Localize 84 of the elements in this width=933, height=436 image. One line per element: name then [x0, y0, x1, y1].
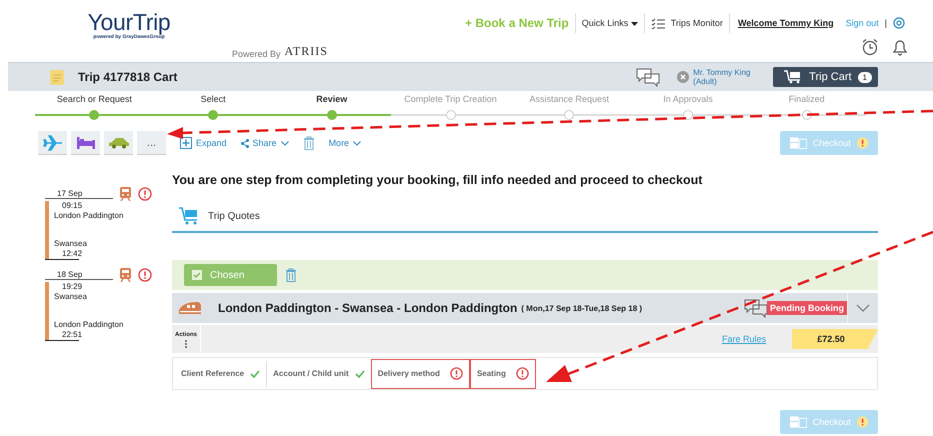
- chevron-down-icon: [856, 304, 870, 312]
- step-dot: [802, 110, 812, 120]
- progress-step: Finalized: [788, 94, 825, 110]
- remove-traveler-icon[interactable]: [677, 71, 690, 83]
- cart-icon: [178, 207, 200, 225]
- warning-icon: [516, 367, 529, 380]
- notifications-bell-icon[interactable]: [891, 38, 909, 56]
- cart-count-badge: 1: [858, 72, 872, 82]
- add-car-button[interactable]: [104, 131, 133, 155]
- share-icon: [240, 138, 249, 148]
- status-badge: Pending Booking: [767, 301, 847, 315]
- quick-links-menu[interactable]: Quick Links: [582, 18, 638, 28]
- progress-step: Complete Trip Creation: [404, 94, 497, 110]
- checklist-icon: [650, 18, 665, 28]
- train-icon: [119, 187, 132, 201]
- welcome-user-link[interactable]: Welcome Tommy King: [738, 18, 834, 28]
- price-tag: £72.50: [792, 329, 878, 349]
- arrival-station: London Paddington: [54, 320, 124, 330]
- step-dot: [89, 110, 100, 120]
- settings-icon[interactable]: [893, 17, 905, 29]
- progress-step: Search or Request: [56, 94, 132, 110]
- trip-quotes-tab[interactable]: Trip Quotes: [172, 207, 266, 225]
- departure-time: 19:29: [61, 282, 84, 292]
- headline: You are one step from completing your booking, fill info needed and proceed to checkout: [172, 173, 704, 187]
- more-button[interactable]: ...: [137, 131, 166, 155]
- progress-step: Assistance Request: [529, 94, 609, 110]
- segment-date: 18 Sep: [45, 270, 113, 280]
- sign-out-link[interactable]: Sign out: [846, 18, 879, 28]
- add-flight-button[interactable]: [38, 131, 67, 155]
- separator: |: [884, 18, 887, 28]
- add-hotel-button[interactable]: [71, 131, 100, 155]
- expand-button[interactable]: Expand: [180, 137, 227, 149]
- requirement-item[interactable]: Client Reference: [175, 360, 266, 386]
- delete-icon[interactable]: [302, 136, 315, 150]
- chevron-down-icon: [353, 140, 362, 146]
- delete-icon[interactable]: [285, 268, 297, 282]
- arrival-time: 22:51: [61, 330, 84, 340]
- chat-icon[interactable]: [743, 298, 769, 318]
- alert-icon: [856, 416, 868, 428]
- check-icon: [250, 370, 260, 378]
- plus-icon: [180, 137, 192, 149]
- caret-icon: [630, 22, 638, 26]
- chat-icon[interactable]: [635, 67, 662, 87]
- train-icon: [119, 268, 132, 282]
- alert-icon: [856, 137, 868, 149]
- arrival-time: 12:42: [61, 249, 84, 259]
- share-menu[interactable]: Share: [240, 138, 289, 148]
- car-icon: [108, 136, 130, 148]
- cart-title: Trip 4177818 Cart: [78, 70, 178, 84]
- airplane-icon: [42, 134, 62, 150]
- register-icon: [790, 416, 807, 428]
- note-icon: [48, 68, 66, 86]
- brand-logo: ATRIIS: [284, 44, 328, 59]
- requirement-item[interactable]: Delivery method: [370, 358, 470, 388]
- requirement-item[interactable]: Seating: [470, 358, 536, 388]
- checkbox-icon: [192, 270, 202, 280]
- progress-step: In Approvals: [663, 94, 713, 110]
- trips-monitor-link[interactable]: Trips Monitor: [670, 18, 723, 28]
- departure-station: Swansea: [54, 292, 88, 302]
- check-icon: [354, 370, 365, 378]
- trip-cart-button[interactable]: Trip Cart 1: [773, 67, 878, 87]
- quote-title: London Paddington - Swansea - London Paddington: [218, 301, 518, 315]
- departure-station: London Paddington: [54, 211, 124, 221]
- bed-icon: [76, 136, 96, 148]
- powered-by-label: Powered By: [232, 49, 281, 59]
- register-icon: [790, 137, 807, 149]
- quote-dates: ( Mon,17 Sep 18-Tue,18 Sep 18 ): [521, 304, 642, 312]
- chevron-down-icon: [280, 140, 289, 146]
- step-dot: [446, 110, 456, 120]
- more-menu[interactable]: More: [328, 138, 362, 148]
- arrival-station: Swansea: [54, 239, 88, 249]
- step-dot: [208, 110, 218, 120]
- step-dot: [564, 110, 574, 120]
- logo[interactable]: YourTrip: [88, 10, 170, 34]
- warning-icon: [450, 367, 463, 380]
- progress-step: Select: [200, 94, 226, 110]
- requirement-item[interactable]: Account / Child unit: [266, 360, 371, 386]
- traveler-name[interactable]: Mr. Tommy King (Adult): [693, 68, 756, 86]
- departure-time: 09:15: [61, 201, 84, 211]
- train-icon: [178, 301, 202, 315]
- step-dot: [326, 110, 337, 120]
- alarm-clock-icon[interactable]: [861, 38, 879, 56]
- progress-step: Review: [316, 94, 348, 110]
- segment-date: 17 Sep: [45, 189, 113, 199]
